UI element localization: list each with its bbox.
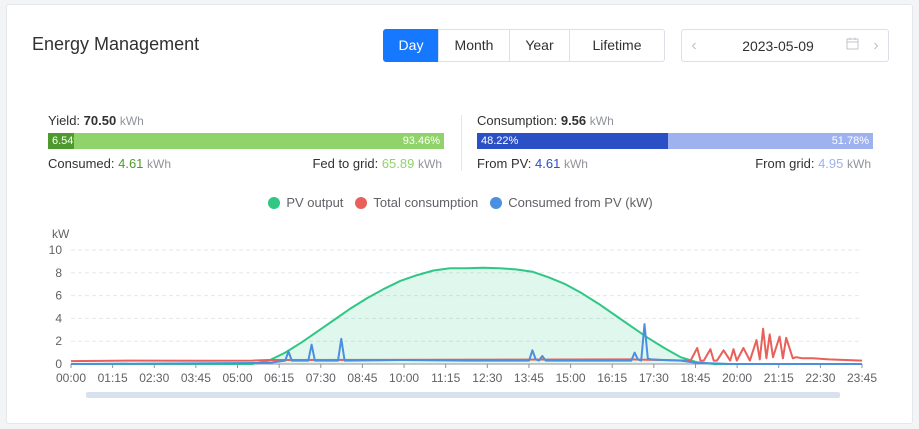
x-tick-label: 17:30: [639, 371, 669, 385]
x-tick-label: 11:15: [431, 371, 460, 385]
x-tick-label: 12:30: [472, 371, 502, 385]
y-tick-label: 10: [49, 243, 63, 257]
x-tick-label: 23:45: [847, 371, 877, 385]
x-tick-label: 15:00: [556, 371, 586, 385]
x-tick-label: 16:15: [597, 371, 627, 385]
energy-chart: 0 2 4 6 8 10 kW 00:00 01:15 02:30 03:45 05:00 06:15 0…: [49, 227, 877, 398]
x-tick-label: 05:00: [223, 371, 253, 385]
x-tick-label: 20:00: [722, 371, 752, 385]
x-tick-label: 21:15: [764, 371, 794, 385]
y-tick-label: 8: [55, 266, 62, 280]
y-tick-label: 2: [55, 334, 62, 348]
x-tick-label: 06:15: [264, 371, 294, 385]
zoom-slider: [86, 392, 840, 398]
x-tick-label: 01:15: [98, 371, 128, 385]
x-tick-label: 10:00: [389, 371, 419, 385]
y-tick-label: 6: [55, 289, 62, 303]
y-tick-label: 4: [55, 311, 62, 325]
x-tick-label: 08:45: [347, 371, 377, 385]
x-tick-label: 07:30: [306, 371, 336, 385]
x-tick-label: 00:00: [56, 371, 86, 385]
x-tick-label: 18:45: [680, 371, 710, 385]
x-tick-label: 13:45: [514, 371, 544, 385]
x-tick-label: 22:30: [805, 371, 835, 385]
x-tick-label: 02:30: [139, 371, 169, 385]
y-tick-label: 0: [55, 357, 62, 371]
x-tick-label: 03:45: [181, 371, 211, 385]
y-axis-label: kW: [52, 227, 70, 241]
